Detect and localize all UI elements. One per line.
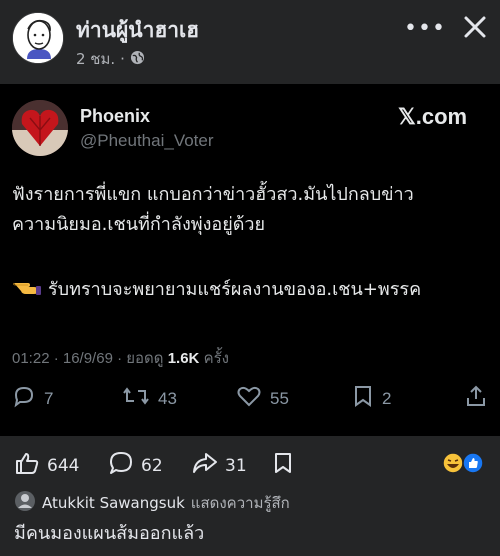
close-icon[interactable] bbox=[458, 10, 492, 44]
x-like-count: 55 bbox=[270, 388, 289, 408]
embedded-x-post[interactable]: Phoenix @Pheuthai_Voter 𝕏.com ฟังรายการพ… bbox=[0, 84, 500, 436]
comment-count: 62 bbox=[141, 455, 163, 476]
x-repost-count: 43 bbox=[158, 388, 177, 408]
repost-icon bbox=[122, 384, 150, 413]
commenter-name[interactable]: Atukkit Sawangsuk bbox=[42, 494, 185, 512]
like-button[interactable]: 644 bbox=[14, 450, 79, 481]
x-post-text: ฟังรายการพี่แขก แกบอกว่าข่าวฮั้วสว.มันไป… bbox=[12, 180, 492, 240]
bookmark-icon bbox=[272, 450, 294, 481]
x-reply-count: 7 bbox=[44, 388, 54, 408]
x-repost-button[interactable]: 43 bbox=[122, 384, 177, 413]
x-views-suffix: ครั้ง bbox=[203, 350, 229, 367]
x-text-line: ฟังรายการพี่แขก แกบอกว่าข่าวฮั้วสว.มันไป… bbox=[12, 184, 414, 205]
globe-icon bbox=[130, 50, 145, 69]
heart-icon bbox=[236, 384, 262, 413]
x-handle[interactable]: @Pheuthai_Voter bbox=[80, 131, 214, 151]
commenter-avatar[interactable] bbox=[14, 490, 36, 516]
x-logo: 𝕏.com bbox=[398, 104, 468, 129]
x-timestamp: 01:22 · 16/9/69 · ยอดดู 1.6K ครั้ง bbox=[12, 346, 229, 370]
x-bookmark-button[interactable]: 2 bbox=[352, 384, 391, 413]
share-arrow-icon bbox=[192, 450, 218, 481]
like-count: 644 bbox=[47, 455, 80, 476]
x-avatar[interactable] bbox=[12, 100, 68, 156]
page-name[interactable]: ท่านผู้นำฮาเฮ bbox=[76, 14, 199, 47]
post-meta: 2 ชม. · bbox=[76, 47, 145, 71]
bookmark-icon bbox=[352, 384, 374, 413]
x-share-button[interactable] bbox=[464, 384, 488, 413]
reaction-summary[interactable] bbox=[442, 452, 486, 474]
post-time[interactable]: 2 ชม. bbox=[76, 47, 115, 71]
share-icon bbox=[464, 384, 488, 413]
reply-icon bbox=[12, 384, 36, 413]
save-button[interactable] bbox=[272, 450, 294, 481]
x-text-line: รับทราบจะพยายามแชร์ผลงานของอ.เชน+พรรค bbox=[48, 279, 422, 300]
x-bookmark-count: 2 bbox=[382, 388, 392, 408]
x-text-line: ความนิยมอ.เชนที่กำลังพุ่งอยู่ด้วย bbox=[12, 214, 266, 235]
comment-action: แสดงความรู้สึก bbox=[190, 494, 290, 512]
comment-text: มีคนมองแผนส้มออกแล้ว bbox=[14, 523, 205, 544]
page-avatar[interactable] bbox=[12, 12, 64, 64]
more-options-icon[interactable]: ••• bbox=[404, 16, 446, 41]
x-action-bar: 7 43 55 2 bbox=[0, 382, 500, 418]
post-header: ท่านผู้นำฮาเฮ 2 ชม. · ••• bbox=[0, 0, 500, 82]
share-count: 31 bbox=[225, 455, 247, 476]
share-button[interactable]: 31 bbox=[192, 450, 247, 481]
meta-separator: · bbox=[120, 50, 125, 68]
comment-button[interactable]: 62 bbox=[108, 450, 163, 481]
x-timestamp-text: 01:22 · 16/9/69 · ยอดดู bbox=[12, 350, 164, 367]
pointing-hand-icon bbox=[12, 274, 42, 306]
x-post-text-line3: รับทราบจะพยายามแชร์ผลงานของอ.เชน+พรรค bbox=[12, 274, 421, 306]
comment-icon bbox=[108, 450, 134, 481]
x-views-count: 1.6K bbox=[167, 350, 200, 367]
thumbs-up-icon bbox=[14, 450, 40, 481]
comment-header: Atukkit Sawangsuk แสดงความรู้สึก bbox=[14, 490, 290, 516]
fb-action-bar: 644 62 31 bbox=[0, 440, 500, 484]
x-display-name[interactable]: Phoenix bbox=[80, 106, 150, 127]
x-reply-button[interactable]: 7 bbox=[12, 384, 53, 413]
x-like-button[interactable]: 55 bbox=[236, 384, 289, 413]
